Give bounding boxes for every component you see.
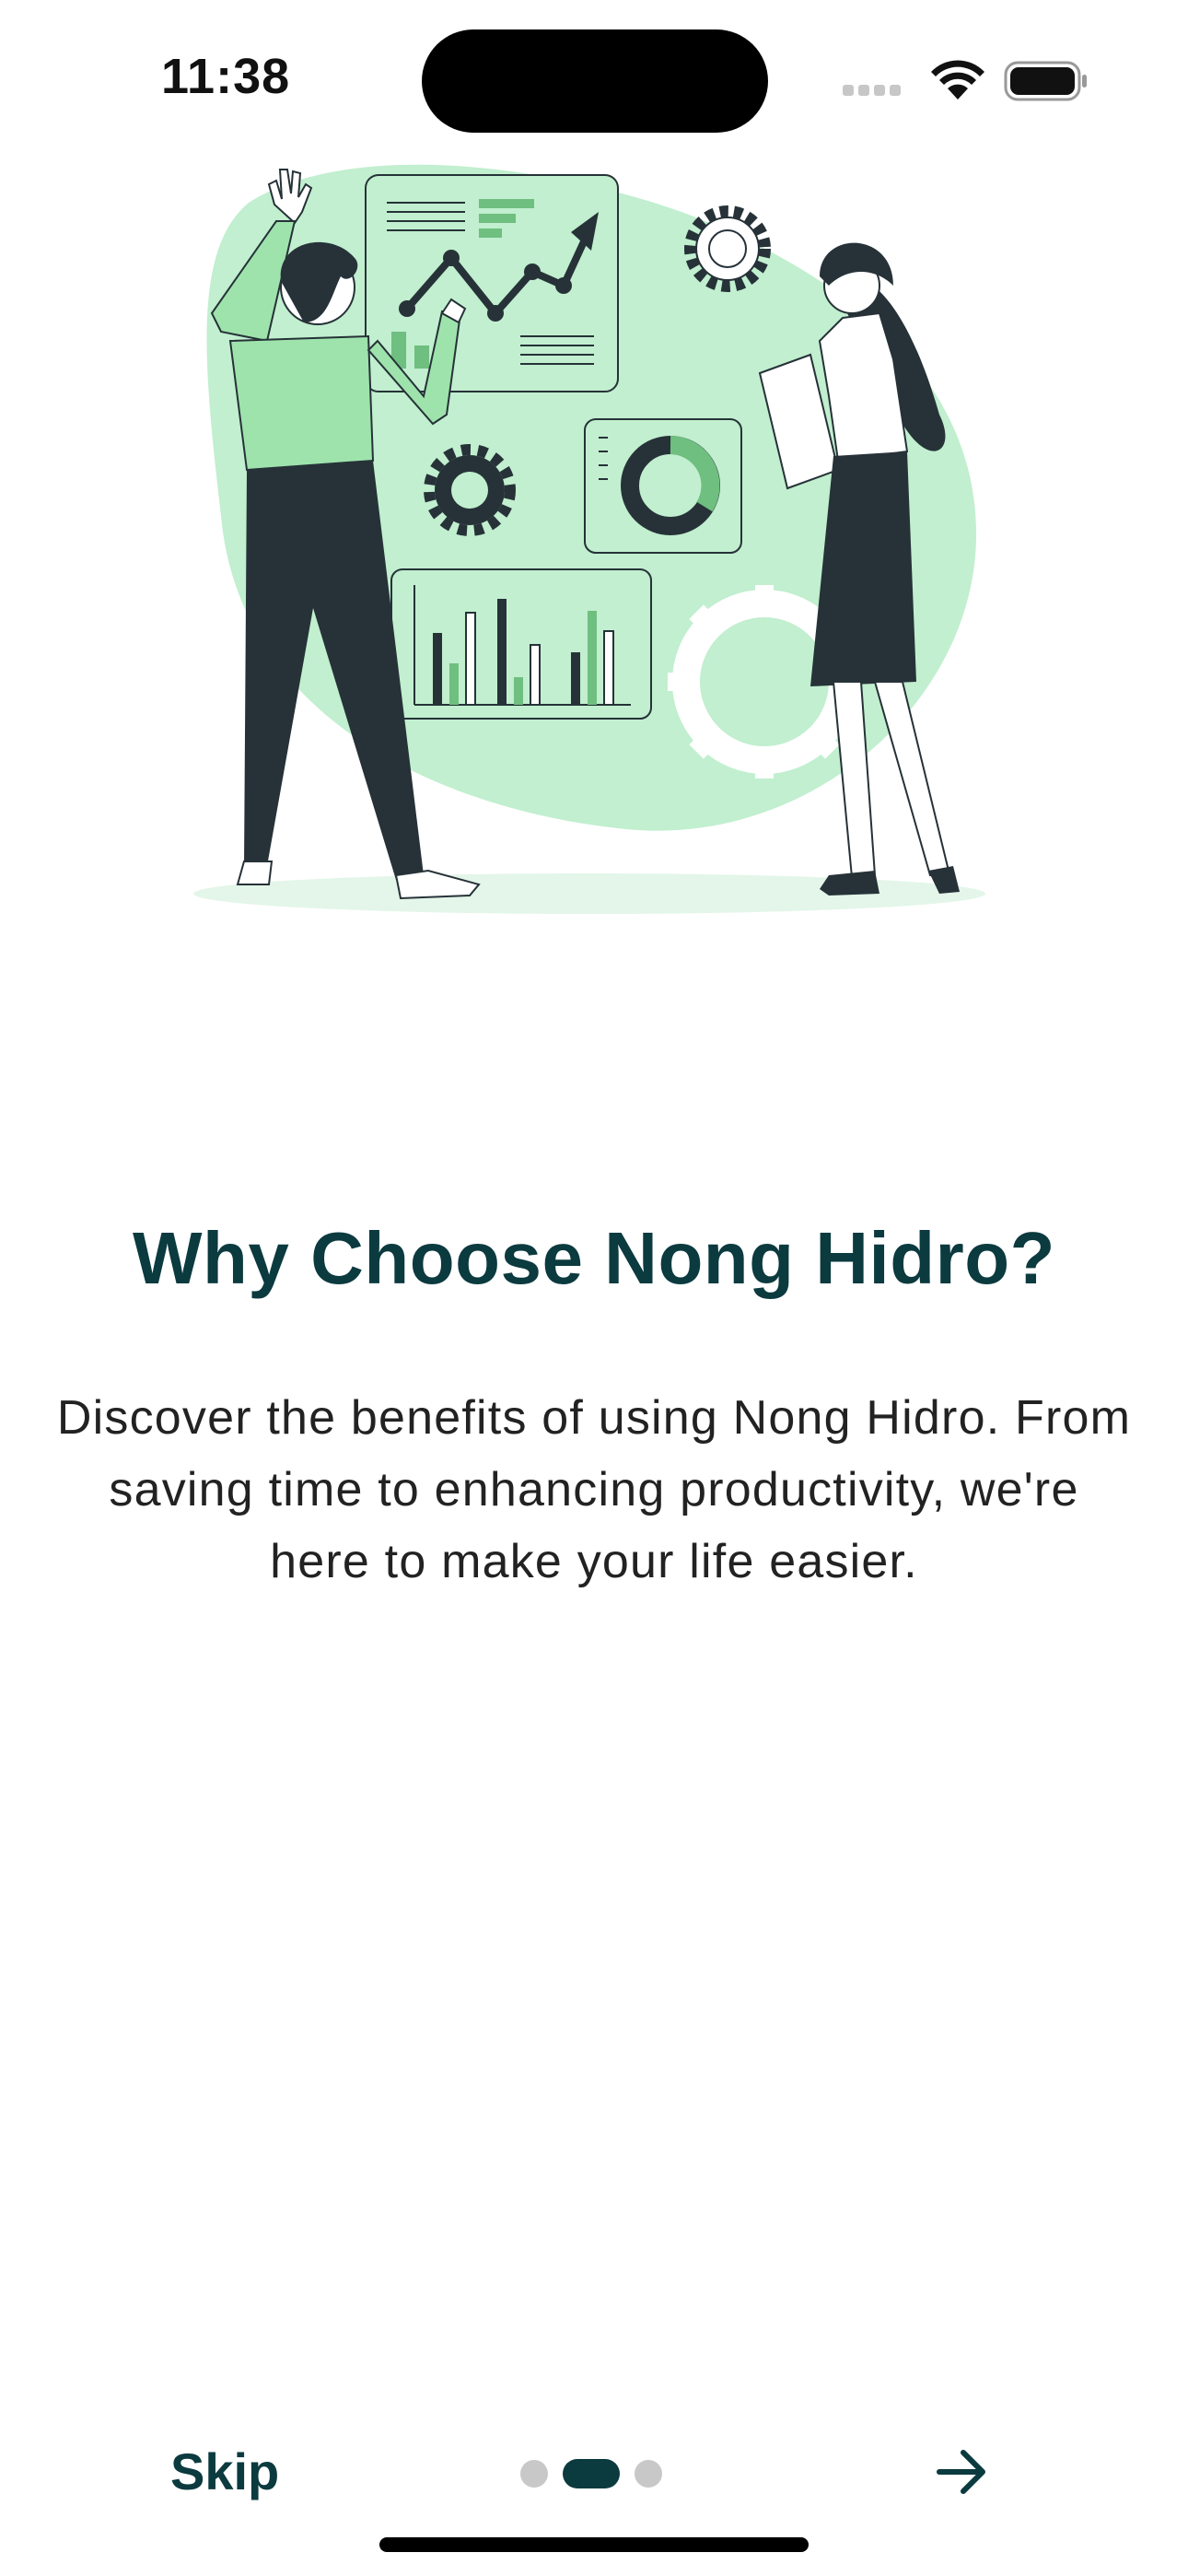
onboarding-description: Discover the benefits of using Nong Hidr… bbox=[56, 1391, 1132, 1588]
status-icons bbox=[843, 60, 1087, 101]
page-dot-active[interactable] bbox=[563, 2459, 620, 2488]
line-chart-card bbox=[365, 174, 619, 392]
status-time: 11:38 bbox=[161, 49, 291, 104]
page-dot[interactable] bbox=[520, 2460, 548, 2488]
onboarding-footer: Skip bbox=[0, 2423, 1188, 2524]
page-dot[interactable] bbox=[635, 2460, 662, 2488]
business-analytics-illustration bbox=[193, 164, 985, 914]
home-indicator[interactable] bbox=[379, 2537, 809, 2552]
page-indicator bbox=[520, 2459, 662, 2488]
cellular-signal-icon bbox=[843, 85, 901, 96]
skip-button[interactable]: Skip bbox=[170, 2441, 279, 2501]
onboarding-title: Why Choose Nong Hidro? bbox=[132, 1217, 1055, 1299]
next-button[interactable] bbox=[930, 2440, 995, 2504]
gear-small-icon bbox=[684, 205, 771, 292]
dynamic-island bbox=[422, 29, 768, 133]
wifi-icon bbox=[931, 60, 984, 100]
battery-icon bbox=[1004, 61, 1087, 101]
donut-chart-card bbox=[584, 418, 742, 554]
arrow-right-icon bbox=[937, 2450, 985, 2494]
bar-chart-card bbox=[390, 568, 652, 720]
status-bar: 11:38 bbox=[0, 0, 1188, 157]
